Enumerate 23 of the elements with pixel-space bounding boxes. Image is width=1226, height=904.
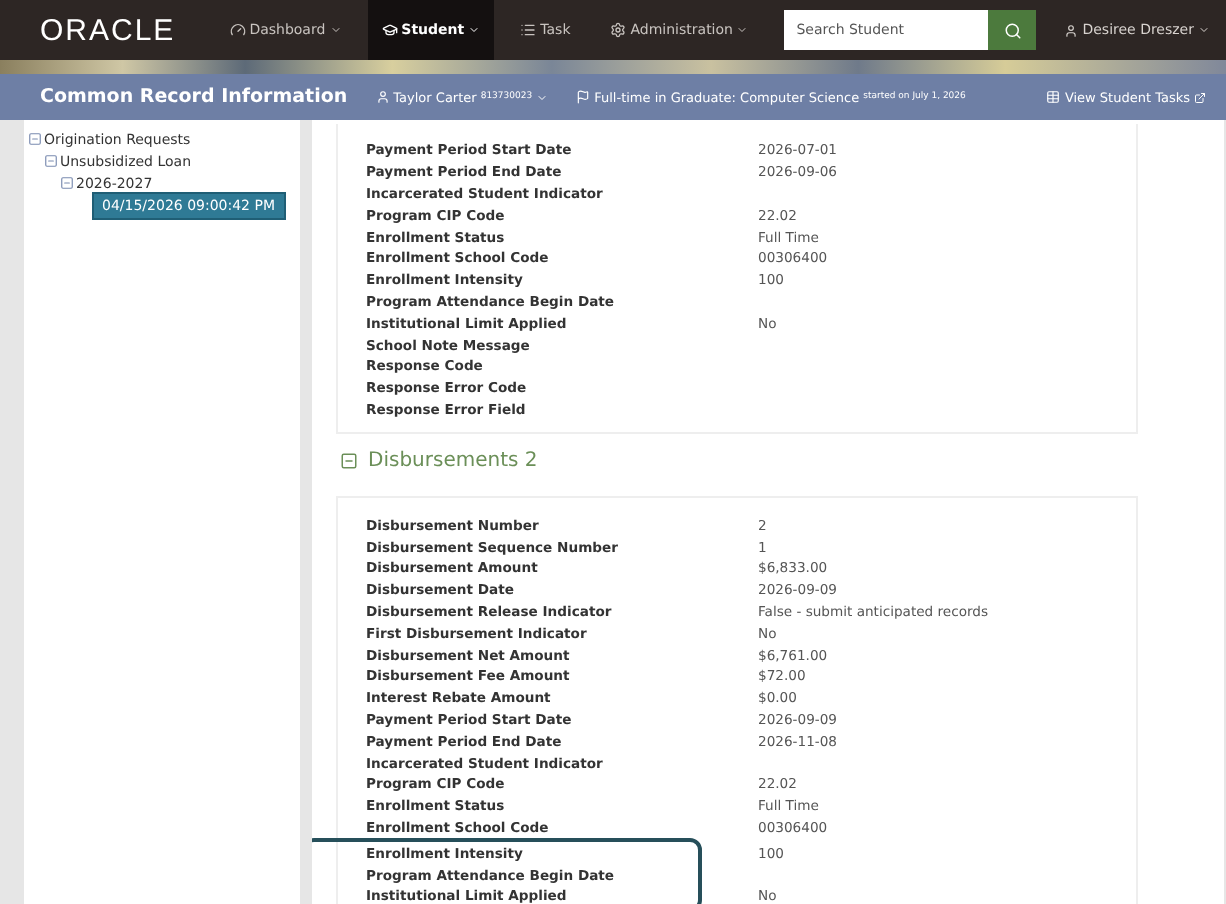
- gear-icon: [610, 22, 627, 38]
- caret-icon: [1198, 24, 1210, 36]
- graduation-cap-icon: [381, 22, 398, 38]
- section-header[interactable]: Disbursements 2: [340, 450, 1224, 473]
- page-title: Common Record Information: [40, 86, 348, 108]
- collapse-icon: [340, 452, 358, 471]
- person-icon: [1064, 23, 1079, 37]
- caret-icon: [468, 24, 481, 36]
- caret-icon: [536, 91, 549, 103]
- flag-icon: [576, 90, 591, 104]
- collapse-icon[interactable]: [60, 176, 74, 190]
- collapse-icon[interactable]: [44, 154, 58, 168]
- oracle-logo: ORACLE: [40, 13, 176, 47]
- person-icon: [375, 90, 390, 104]
- caret-icon: [329, 24, 342, 36]
- caret-icon: [736, 24, 749, 36]
- external-link-icon: [1194, 91, 1206, 103]
- list-icon: [520, 22, 537, 38]
- search-icon: [1003, 21, 1022, 39]
- search-button[interactable]: [988, 10, 1037, 50]
- collapse-icon[interactable]: [28, 132, 42, 146]
- table-icon: [1046, 90, 1061, 104]
- gauge-icon: [229, 22, 246, 38]
